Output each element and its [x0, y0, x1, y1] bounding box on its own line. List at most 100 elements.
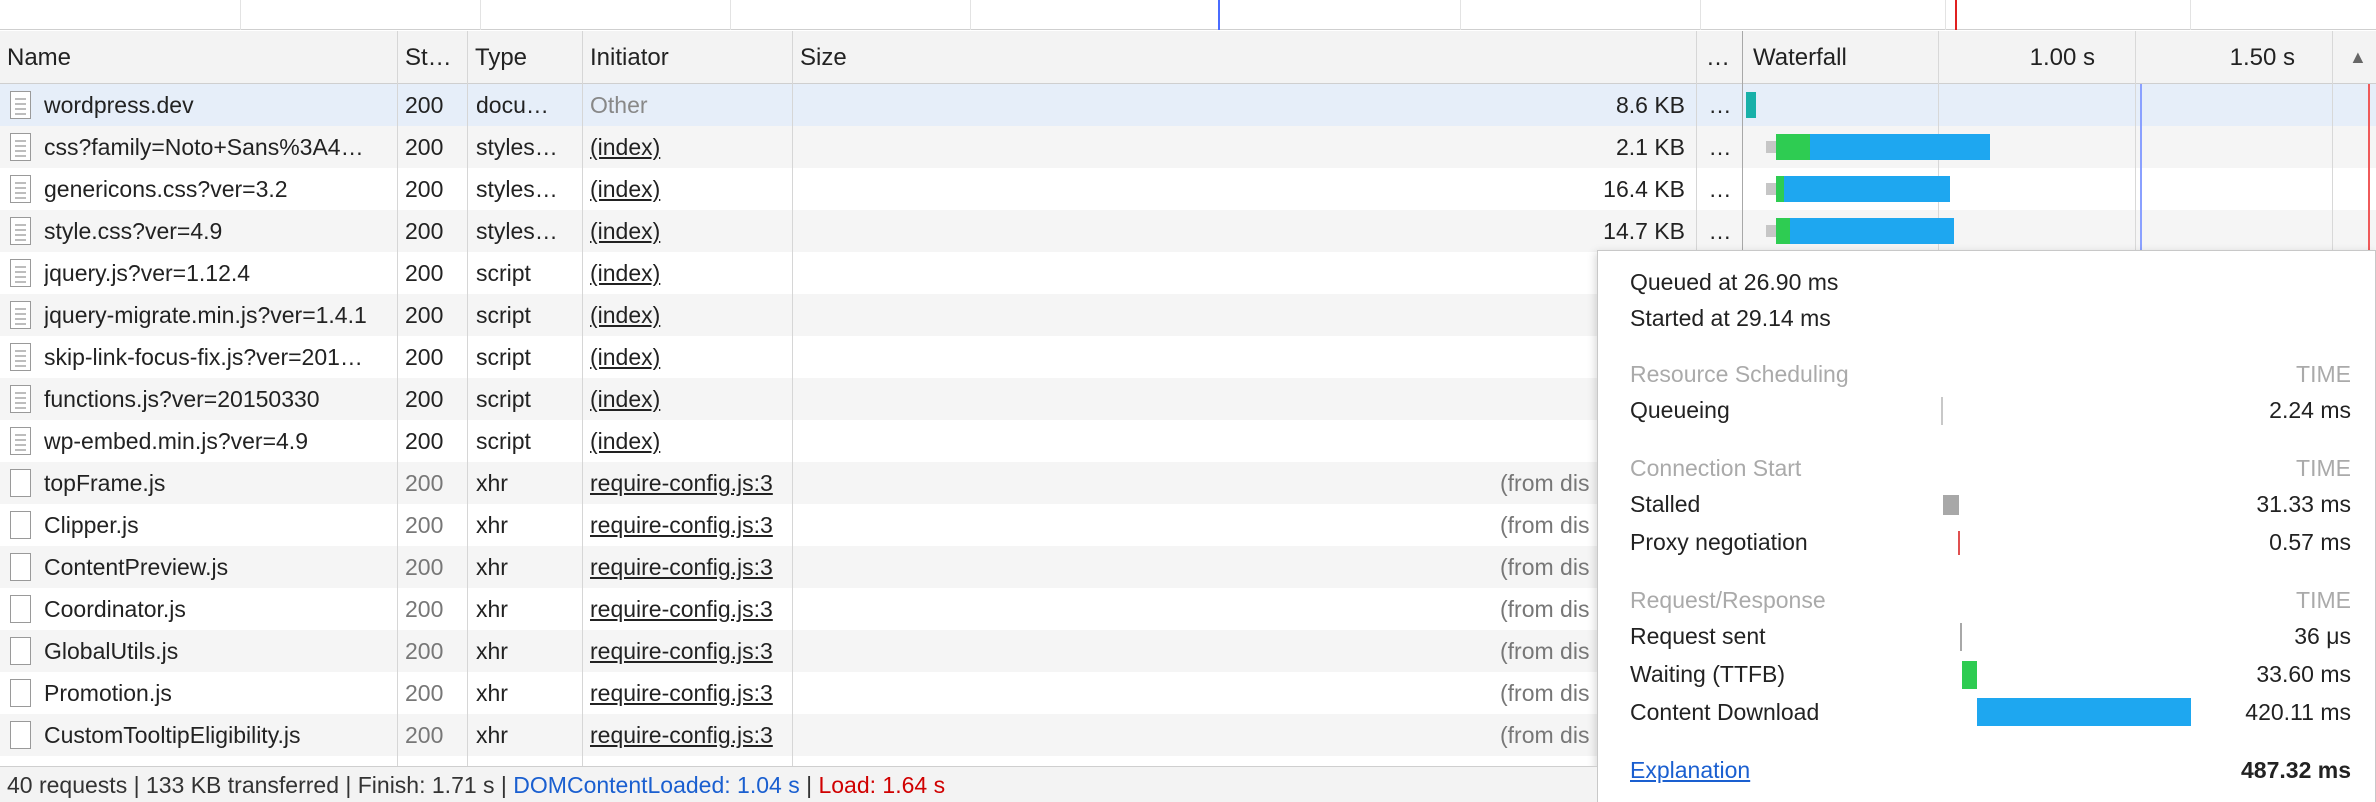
table-row[interactable]: css?family=Noto+Sans%3A4… 200 styles… (inde…: [0, 126, 2376, 168]
timing-value-ttfb: 33.60 ms: [2256, 661, 2351, 687]
network-overview[interactable]: [0, 0, 2376, 30]
request-status: 200: [405, 302, 444, 328]
table-row[interactable]: genericons.css?ver=3.2 200 styles… (index) 1…: [0, 168, 2376, 210]
file-icon: [10, 259, 31, 287]
row-more-button[interactable]: …: [1700, 126, 1740, 168]
request-status: 200: [405, 596, 444, 622]
column-divider[interactable]: [397, 31, 398, 766]
timing-value-queueing: 2.24 ms: [2269, 397, 2351, 423]
request-name: css?family=Noto+Sans%3A4…: [44, 134, 364, 160]
request-initiator[interactable]: (index): [590, 294, 790, 336]
column-header-type[interactable]: Type: [468, 31, 583, 84]
file-icon: [10, 511, 31, 539]
request-initiator[interactable]: (index): [590, 336, 790, 378]
timing-value-content-download: 420.11 ms: [2245, 699, 2351, 725]
request-type: xhr: [476, 554, 508, 580]
file-icon: [10, 637, 31, 665]
request-initiator[interactable]: (index): [590, 168, 790, 210]
request-type: xhr: [476, 470, 508, 496]
request-initiator[interactable]: require-config.js:3: [590, 504, 790, 546]
waterfall-bar-download[interactable]: [1790, 218, 1954, 244]
request-size: 8.6 KB: [1615, 92, 1685, 118]
request-summary: 40 requests | 133 KB transferred | Finis…: [7, 772, 507, 798]
request-status: 200: [405, 512, 444, 538]
request-initiator[interactable]: require-config.js:3: [590, 546, 790, 588]
timing-bar-ttfb: [1962, 661, 1977, 689]
row-more-button[interactable]: …: [1700, 84, 1740, 126]
request-name: wp-embed.min.js?ver=4.9: [44, 428, 308, 454]
row-more-button[interactable]: …: [1700, 168, 1740, 210]
request-type: script: [476, 302, 531, 328]
request-initiator[interactable]: (index): [590, 378, 790, 420]
request-type: xhr: [476, 512, 508, 538]
table-row[interactable]: style.css?ver=4.9 200 styles… (index) 14.7 K…: [0, 210, 2376, 252]
request-status: 200: [405, 218, 444, 244]
request-type: xhr: [476, 638, 508, 664]
waterfall-bar-waiting[interactable]: [1776, 134, 1810, 160]
column-header-status[interactable]: St…: [398, 31, 468, 84]
timing-bar-request-sent: [1960, 623, 1962, 651]
time-column-label: TIME: [2296, 455, 2351, 481]
overview-grid-line: [1460, 0, 1461, 30]
request-type: script: [476, 428, 531, 454]
request-status: 200: [405, 722, 444, 748]
column-header-initiator[interactable]: Initiator: [583, 31, 793, 84]
explanation-link[interactable]: Explanation: [1630, 757, 1750, 784]
waterfall-bar[interactable]: [1746, 92, 1756, 118]
timing-label-content-download: Content Download: [1630, 699, 1820, 725]
column-header-size[interactable]: Size: [793, 31, 1693, 84]
status-separator: |: [806, 772, 813, 798]
time-column-label: TIME: [2296, 587, 2351, 613]
request-initiator[interactable]: (index): [590, 252, 790, 294]
row-more-button[interactable]: …: [1700, 210, 1740, 252]
request-status: 200: [405, 554, 444, 580]
file-icon: [10, 385, 31, 413]
column-header-waterfall[interactable]: Waterfall: [1743, 31, 1943, 84]
timing-popover: Queued at 26.90 ms Started at 29.14 ms R…: [1597, 250, 2376, 802]
request-status: 200: [405, 344, 444, 370]
request-initiator[interactable]: require-config.js:3: [590, 714, 790, 756]
domcontentloaded-time: DOMContentLoaded: 1.04 s: [513, 772, 800, 798]
request-status: 200: [405, 260, 444, 286]
request-initiator[interactable]: (index): [590, 210, 790, 252]
column-divider[interactable]: [467, 31, 468, 766]
column-divider[interactable]: [792, 31, 793, 766]
request-name: CustomTooltipEligibility.js: [44, 722, 301, 748]
waterfall-bar-waiting[interactable]: [1776, 176, 1784, 202]
timing-bar-content-download: [1977, 698, 2191, 726]
request-name: Coordinator.js: [44, 596, 186, 622]
file-icon: [10, 133, 31, 161]
request-status: 200: [405, 176, 444, 202]
column-divider[interactable]: [582, 31, 583, 766]
sort-arrow-icon[interactable]: ▲: [2345, 31, 2376, 84]
request-type: docu…: [476, 92, 549, 118]
file-icon: [10, 217, 31, 245]
table-row[interactable]: wordpress.dev 200 docu… Other 8.6 KB…: [0, 84, 2376, 126]
overview-grid-line: [730, 0, 731, 30]
request-type: xhr: [476, 722, 508, 748]
request-status: 200: [405, 386, 444, 412]
request-status: 200: [405, 428, 444, 454]
waterfall-bar-download[interactable]: [1784, 176, 1950, 202]
request-initiator[interactable]: require-config.js:3: [590, 588, 790, 630]
request-initiator[interactable]: require-config.js:3: [590, 630, 790, 672]
column-header-more[interactable]: …: [1697, 31, 1743, 84]
column-header-name[interactable]: Name: [0, 31, 398, 84]
overview-grid-line: [480, 0, 481, 30]
table-header: Name St… Type Initiator Size … Waterfall…: [0, 31, 2376, 84]
overview-grid-line: [1945, 0, 1946, 30]
request-status: 200: [405, 680, 444, 706]
timing-value-request-sent: 36 μs: [2294, 623, 2351, 649]
waterfall-bar-download[interactable]: [1810, 134, 1990, 160]
request-type: xhr: [476, 680, 508, 706]
request-initiator[interactable]: require-config.js:3: [590, 462, 790, 504]
waterfall-bar-waiting[interactable]: [1776, 218, 1790, 244]
section-title: Connection Start: [1630, 455, 1802, 481]
overview-load-line: [1955, 0, 1957, 30]
request-initiator[interactable]: require-config.js:3: [590, 672, 790, 714]
request-type: xhr: [476, 596, 508, 622]
waterfall-tick-label: 1.50 s: [2229, 44, 2295, 71]
request-initiator[interactable]: (index): [590, 126, 790, 168]
request-initiator[interactable]: (index): [590, 420, 790, 462]
started-at-text: Started at 29.14 ms: [1630, 305, 1831, 331]
